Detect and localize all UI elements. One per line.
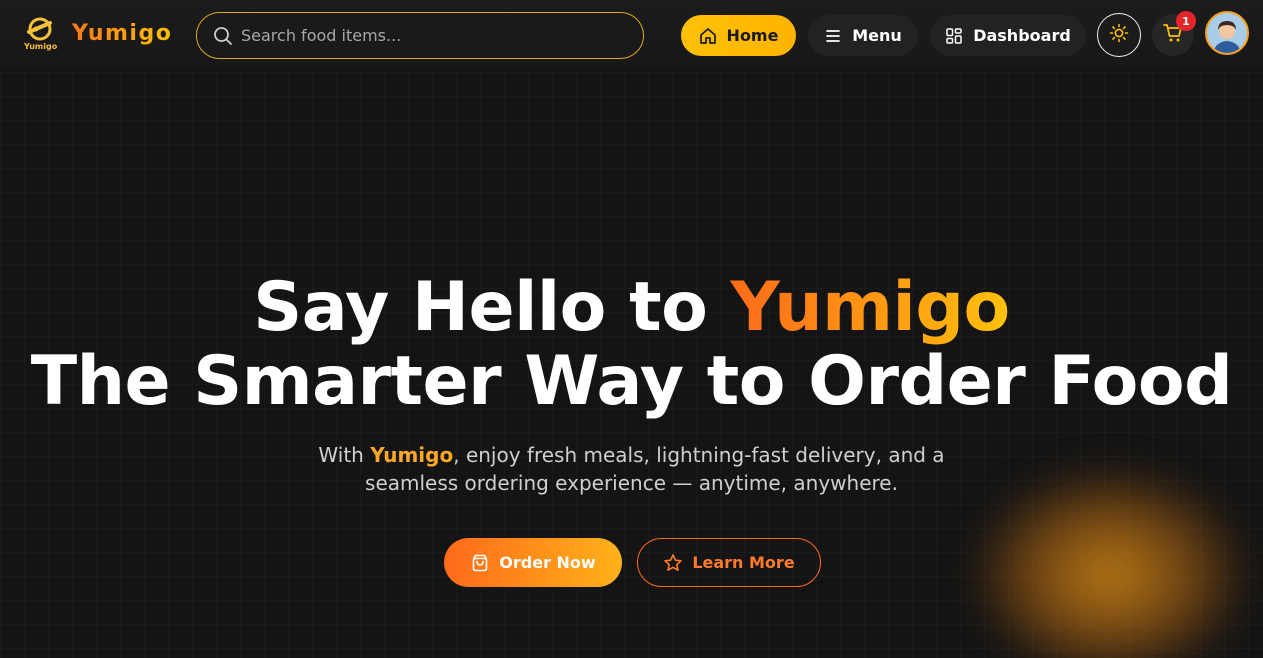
hero-title-line2: The Smarter Way to Order Food bbox=[30, 342, 1233, 421]
nav-menu-button[interactable]: Menu bbox=[808, 15, 918, 56]
search-icon bbox=[213, 26, 233, 46]
star-icon bbox=[663, 553, 683, 573]
brand-name[interactable]: Yumigo bbox=[72, 21, 172, 46]
user-avatar[interactable] bbox=[1205, 11, 1249, 55]
cart-count-badge: 1 bbox=[1176, 11, 1196, 31]
hero-title-part1: Say Hello to bbox=[253, 268, 731, 347]
logo[interactable]: Yumigo bbox=[22, 16, 60, 54]
logo-mark-text: Yumigo bbox=[24, 42, 58, 51]
hamburger-icon bbox=[824, 27, 842, 45]
nav-dashboard-button[interactable]: Dashboard bbox=[930, 15, 1086, 56]
nav-home-button[interactable]: Home bbox=[681, 15, 796, 56]
hero-title-accent: Yumigo bbox=[730, 268, 1010, 347]
theme-toggle-button[interactable] bbox=[1097, 13, 1141, 57]
learn-more-button[interactable]: Learn More bbox=[637, 538, 821, 587]
learn-more-label: Learn More bbox=[692, 553, 795, 572]
hero-subtitle-post: , enjoy fresh meals, lightning-fast deli… bbox=[453, 443, 945, 467]
hero-subtitle-line2: seamless ordering experience — anytime, … bbox=[365, 471, 898, 495]
nav-dashboard-label: Dashboard bbox=[973, 26, 1071, 45]
nav-home-label: Home bbox=[726, 26, 779, 45]
home-icon bbox=[699, 27, 717, 45]
grid-icon bbox=[945, 27, 963, 45]
hero-subtitle-line1: With Yumigo, enjoy fresh meals, lightnin… bbox=[0, 443, 1263, 467]
decorative-glow bbox=[975, 470, 1245, 658]
search-bar[interactable] bbox=[196, 12, 644, 59]
hero-title-line1: Say Hello to Yumigo bbox=[0, 268, 1263, 347]
hero-subtitle-pre: With bbox=[318, 443, 371, 467]
order-now-button[interactable]: Order Now bbox=[444, 538, 622, 587]
navbar: Yumigo Yumigo Home Menu Dashboard bbox=[0, 0, 1263, 70]
order-now-label: Order Now bbox=[499, 553, 596, 572]
sun-icon bbox=[1109, 23, 1129, 47]
hero-subtitle-brand: Yumigo bbox=[370, 443, 454, 467]
shopping-bag-icon bbox=[470, 553, 490, 573]
nav-menu-label: Menu bbox=[852, 26, 902, 45]
search-input[interactable] bbox=[241, 26, 621, 45]
scooter-logo-icon: Yumigo bbox=[22, 16, 60, 54]
